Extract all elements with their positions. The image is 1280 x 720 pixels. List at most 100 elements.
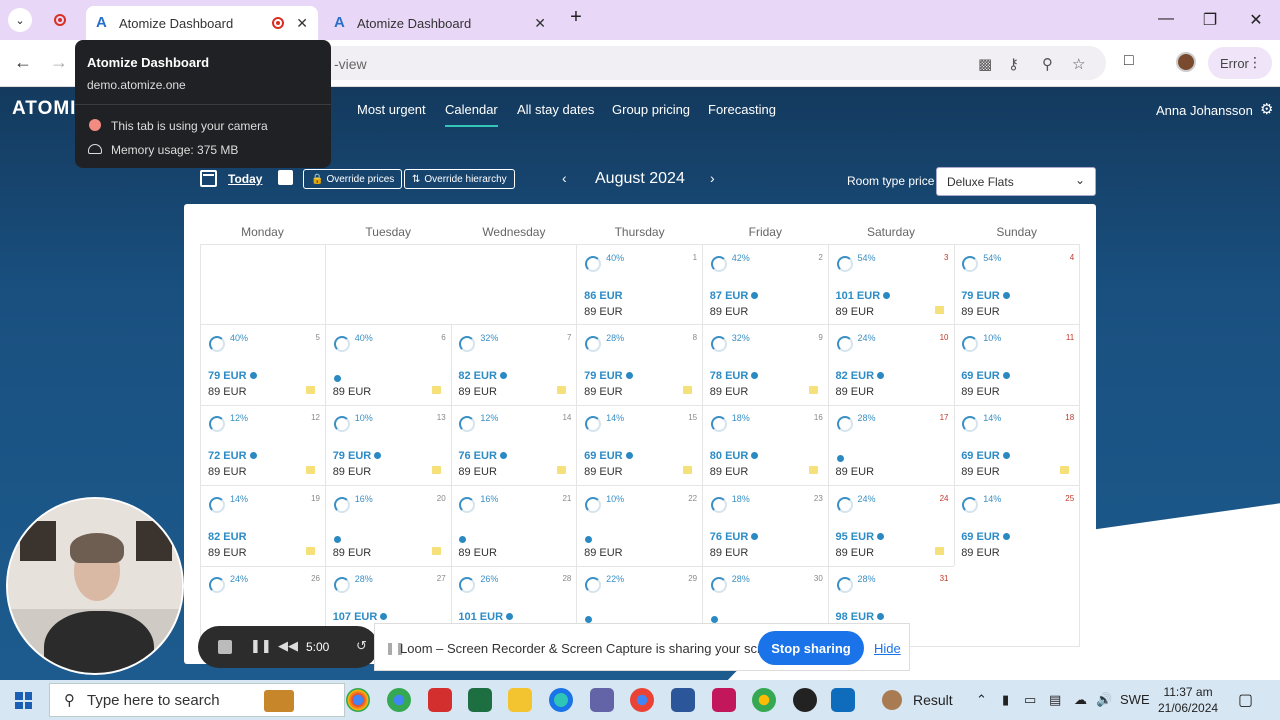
close-window-icon[interactable]: ✕ (1246, 10, 1266, 30)
calendar-day-cell[interactable]: 14% 15 69 EUR 89 EUR (577, 405, 704, 486)
profile-avatar[interactable] (1176, 52, 1196, 72)
calendar-day-cell[interactable]: 14% 19 82 EUR 89 EUR (200, 485, 326, 567)
taskbar-clock[interactable]: 11:37 am 21/06/2024 (1158, 684, 1218, 716)
note-icon[interactable] (808, 466, 818, 474)
close-tab-icon[interactable]: ✕ (296, 15, 308, 32)
calendar-day-cell[interactable]: 14% 18 69 EUR 89 EUR (954, 405, 1081, 486)
snipping-icon[interactable] (712, 688, 736, 712)
rewind-icon[interactable]: ◀◀ (278, 638, 298, 654)
note-icon[interactable] (1060, 466, 1070, 474)
forward-arrow-icon[interactable]: → (50, 52, 68, 73)
suggested-price[interactable]: 79 EUR (961, 290, 1010, 302)
new-tab-button[interactable]: + (566, 6, 586, 29)
suggested-price[interactable]: 86 EUR (584, 290, 623, 302)
calendar-day-cell[interactable]: 54% 4 79 EUR 89 EUR (954, 244, 1081, 325)
calendar-icon[interactable] (200, 170, 217, 187)
calendar-day-cell[interactable]: 14% 25 69 EUR 89 EUR (954, 485, 1081, 567)
pause-icon[interactable]: ❚❚ (250, 638, 272, 654)
calendar-day-cell[interactable]: 32% 7 82 EUR 89 EUR (451, 324, 578, 406)
calendar-day-cell[interactable]: 10% 22 89 EUR (577, 485, 704, 567)
network-icon[interactable]: ▤ (1049, 692, 1061, 708)
obs-icon[interactable] (793, 688, 817, 712)
suggested-price[interactable]: 95 EUR (836, 531, 885, 543)
calendar-day-cell[interactable]: 28% 8 79 EUR 89 EUR (577, 324, 704, 406)
tab-atomize-dashboard-1[interactable]: A Atomize Dashboard ✕ (86, 6, 318, 40)
stop-recording-button[interactable] (218, 640, 232, 654)
note-icon[interactable] (431, 385, 441, 394)
note-icon[interactable] (306, 546, 315, 555)
note-icon[interactable] (557, 466, 567, 474)
excel-icon[interactable] (468, 688, 492, 712)
calendar-day-cell[interactable]: 12% 12 72 EUR 89 EUR (200, 405, 326, 486)
note-icon[interactable] (683, 385, 693, 394)
slack-icon[interactable] (590, 688, 614, 712)
nav-forecasting[interactable]: Forecasting (708, 102, 776, 117)
calendar-day-cell[interactable]: 16% 20 89 EUR (325, 485, 452, 567)
calendar-day-cell[interactable]: 54% 3 101 EUR 89 EUR (828, 244, 955, 325)
battery-icon[interactable]: ▭ (1024, 692, 1036, 708)
note-icon[interactable] (683, 466, 693, 474)
calendar-day-cell[interactable]: 12% 14 76 EUR 89 EUR (451, 405, 578, 486)
calendar-day-cell[interactable]: 40% 1 86 EUR 89 EUR (577, 244, 704, 325)
star-icon[interactable]: ☆ (1072, 55, 1085, 73)
user-name[interactable]: Anna Johansson (1156, 103, 1253, 118)
calendar-day-cell[interactable]: 28% 17 89 EUR (828, 405, 955, 486)
result-label[interactable]: Result (913, 692, 953, 708)
nav-all-stay-dates[interactable]: All stay dates (517, 102, 594, 117)
cloud-icon[interactable]: ☁ (1074, 692, 1087, 708)
room-type-select[interactable]: Deluxe Flats ⌄ (936, 167, 1096, 196)
microphone-icon[interactable]: ▮ (1002, 692, 1009, 708)
tab-search-button[interactable]: ⌄ (8, 8, 32, 32)
taskbar-search[interactable]: ⚲ Type here to search (49, 683, 345, 717)
close-tab-icon[interactable]: ✕ (534, 15, 546, 32)
next-month-icon[interactable]: › (710, 170, 715, 186)
chrome-alt-icon[interactable] (630, 688, 654, 712)
webcam-bubble[interactable] (6, 497, 184, 675)
acrobat-icon[interactable] (428, 688, 452, 712)
back-arrow-icon[interactable]: ← (14, 52, 32, 73)
recording-icon[interactable] (54, 14, 66, 26)
suggested-price[interactable]: 82 EUR (208, 531, 247, 543)
key-icon[interactable]: ⚷ (1008, 55, 1019, 73)
note-icon[interactable] (431, 546, 441, 555)
notes-icon[interactable] (278, 170, 293, 185)
calendar-day-cell[interactable]: 10% 11 69 EUR 89 EUR (954, 324, 1081, 406)
chevron-up-icon[interactable]: ⌃ (976, 692, 987, 708)
note-icon[interactable] (431, 466, 441, 474)
calendar-day-cell[interactable]: 18% 23 76 EUR 89 EUR (702, 485, 829, 567)
suggested-price[interactable]: 87 EUR (710, 290, 759, 302)
suggested-price[interactable]: 76 EUR (710, 531, 759, 543)
football-icon[interactable] (882, 690, 902, 710)
outlook-icon[interactable] (831, 688, 855, 712)
suggested-price[interactable]: 82 EUR (836, 370, 885, 382)
chrome-profile-icon[interactable] (387, 688, 411, 712)
windows-start-icon[interactable] (15, 692, 32, 709)
calendar-day-cell[interactable]: 42% 2 87 EUR 89 EUR (702, 244, 829, 325)
note-icon[interactable] (306, 466, 315, 474)
minimize-icon[interactable]: — (1156, 10, 1176, 28)
tab-atomize-dashboard-2[interactable]: A Atomize Dashboard ✕ (324, 6, 556, 40)
suggested-price[interactable]: 101 EUR (836, 290, 891, 302)
suggested-price[interactable]: 101 EUR (458, 611, 514, 623)
file-explorer-icon[interactable] (508, 688, 532, 712)
extensions-icon[interactable]: □ (1124, 52, 1134, 70)
hide-button[interactable]: Hide (874, 641, 901, 656)
suggested-price[interactable]: 69 EUR (961, 531, 1010, 543)
suggested-price[interactable]: 78 EUR (710, 370, 759, 382)
error-button[interactable]: Error ⋮ (1208, 47, 1272, 79)
calendar-day-cell[interactable]: 16% 21 89 EUR (451, 485, 578, 567)
override-prices-button[interactable]: 🔒 Override prices (303, 169, 403, 189)
suggested-price[interactable]: 69 EUR (961, 450, 1010, 462)
calendar-day-cell[interactable]: 40% 6 89 EUR (325, 324, 452, 406)
suggested-price[interactable]: 79 EUR (333, 450, 382, 462)
suggested-price[interactable]: 76 EUR (458, 450, 507, 462)
suggested-price[interactable]: 80 EUR (710, 450, 759, 462)
calendar-day-cell[interactable]: 24% 24 95 EUR 89 EUR (828, 485, 955, 567)
suggested-price[interactable]: 69 EUR (961, 370, 1010, 382)
word-icon[interactable] (671, 688, 695, 712)
restart-icon[interactable]: ↺ (356, 638, 367, 654)
note-icon[interactable] (306, 385, 315, 394)
suggested-price[interactable]: 72 EUR (208, 450, 257, 462)
suggested-price[interactable]: 98 EUR (836, 611, 885, 623)
calendar-day-cell[interactable]: 40% 5 79 EUR 89 EUR (200, 324, 326, 406)
